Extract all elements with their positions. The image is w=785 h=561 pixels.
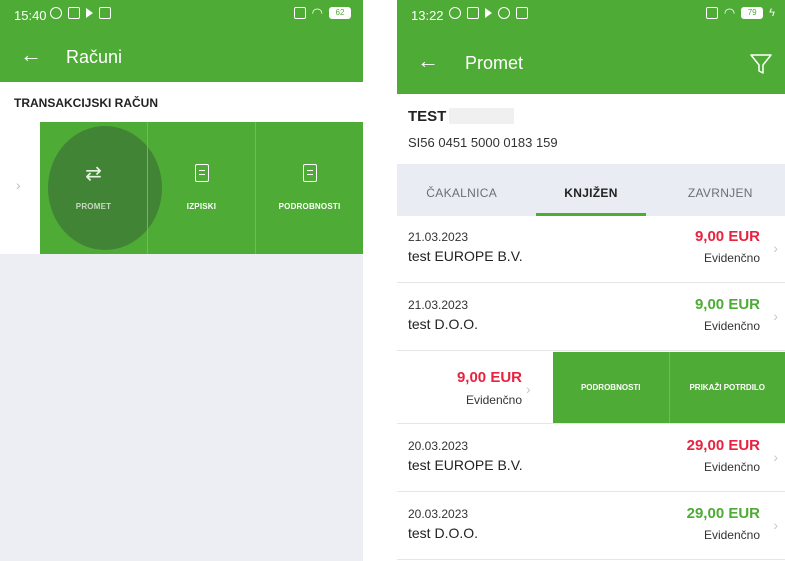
transaction-amount: 29,00 EUR [686,505,760,522]
account-name: TEST [408,108,447,125]
transaction-row-swiped[interactable]: 9,00 EUR Evidenčno › PODROBNOSTI PRIKAŽI… [397,352,785,424]
promet-button[interactable]: ⇄ PROMET [40,122,162,254]
transaction-description: test EUROPE B.V. [408,248,523,264]
circle-icon [498,7,510,19]
account-header: TEST SI56 0451 5000 0183 159 [397,94,785,164]
transaction-status: Evidenčno [703,319,760,333]
transaction-date: 20.03.2023 [408,439,469,453]
izpiski-label: IZPISKI [186,202,217,211]
nfc-icon [467,7,479,19]
charging-icon: ϟ [769,7,775,19]
transaction-description: test D.O.O. [408,525,479,541]
wifi-icon: ◠ [723,5,736,20]
podrobnosti-button[interactable]: PODROBNOSTI [255,122,363,254]
filter-icon[interactable] [749,52,773,76]
back-arrow-icon[interactable]: ← [417,50,439,72]
account-iban: SI56 0451 5000 0183 159 [408,135,558,150]
play-icon [86,8,93,18]
play-icon [485,8,492,18]
back-arrow-icon[interactable]: ← [20,44,42,66]
transaction-row[interactable]: 20.03.2023 test EUROPE B.V. 29,00 EUR Ev… [397,425,785,492]
transaction-date: 20.03.2023 [408,507,469,521]
page-title: Promet [465,53,524,73]
page-title: Računi [66,47,123,67]
chevron-right-icon: › [773,449,778,465]
transaction-amount: 9,00 EUR [456,369,522,386]
transaction-date: 21.03.2023 [408,298,469,312]
transaction-row[interactable]: 21.03.2023 test EUROPE B.V. 9,00 EUR Evi… [397,216,785,283]
swap-arrows-icon: ⇄ [85,163,102,185]
wifi-icon: ◠ [311,5,323,20]
chevron-right-icon: › [773,308,778,324]
tab-cakalnica[interactable]: ČAKALNICA [397,164,526,216]
transaction-status: Evidenčno [703,251,760,265]
podrobnosti-label: PODROBNOSTI [278,202,341,211]
transaction-description: test D.O.O. [408,316,479,332]
left-screen: 15:40 ◠ 62 ← Računi TRANSAKCIJSKI RAČUN … [0,0,363,561]
sim-icon [705,7,718,19]
sync-icon [50,7,62,19]
status-time: 13:22 [411,8,444,23]
row-actions: PODROBNOSTI PRIKAŽI POTRDILO [553,352,785,423]
tab-bar: ČAKALNICA KNJIŽEN ZAVRNJEN [397,164,785,216]
izpiski-button[interactable]: IZPISKI [147,122,255,254]
tab-knjizen[interactable]: KNJIŽEN [526,164,655,216]
transaction-amount: 9,00 EUR [694,228,760,245]
status-bar: 15:40 ◠ 62 [0,0,363,30]
status-bar: 13:22 ◠ 79 ϟ [397,0,785,30]
transaction-description: test EUROPE B.V. [408,457,523,473]
app-bar: ← Promet [397,30,785,94]
tab-zavrnjen[interactable]: ZAVRNJEN [656,164,785,216]
status-notification-icons [50,7,111,19]
app-icon [516,7,528,19]
account-section-title: TRANSAKCIJSKI RAČUN [0,82,363,122]
account-actions: ⇄ PROMET IZPISKI PODROBNOSTI [40,122,363,254]
right-screen: 13:22 ◠ 79 ϟ ← Promet TEST SI56 0451 500… [397,0,785,561]
transaction-row[interactable]: 20.03.2023 test D.O.O. 29,00 EUR Evidenč… [397,493,785,560]
transaction-amount: 9,00 EUR [694,296,760,313]
promet-label: PROMET [75,202,112,211]
app-icon [99,7,111,19]
transaction-date: 21.03.2023 [408,230,469,244]
chevron-right-icon: › [16,177,21,193]
show-receipt-button[interactable]: PRIKAŽI POTRDILO [668,352,785,423]
transaction-amount: 29,00 EUR [686,437,760,454]
chevron-right-icon: › [773,240,778,256]
status-system-icons: ◠ 79 ϟ [705,5,775,20]
redacted-block [449,108,514,124]
status-notification-icons [449,7,528,19]
chevron-right-icon: › [773,517,778,533]
chevron-right-icon: › [526,381,531,397]
transaction-status: Evidenčno [703,528,760,542]
press-ripple [48,126,162,250]
nfc-icon [68,7,80,19]
status-time: 15:40 [14,8,47,23]
sync-icon [449,7,461,19]
account-row[interactable]: › ⇄ PROMET IZPISKI PODROBNOSTI [0,122,363,254]
document-icon [256,164,363,187]
transaction-row[interactable]: 21.03.2023 test D.O.O. 9,00 EUR Evidenčn… [397,284,785,351]
battery-icon: 79 [741,7,764,19]
battery-icon: 62 [329,7,351,19]
status-system-icons: ◠ 62 [293,5,351,20]
transaction-status: Evidenčno [703,460,760,474]
app-bar: ← Računi [0,30,363,82]
document-icon [148,164,255,187]
transaction-status: Evidenčno [465,393,522,407]
sim-icon [293,7,306,19]
details-button[interactable]: PODROBNOSTI [553,352,669,423]
